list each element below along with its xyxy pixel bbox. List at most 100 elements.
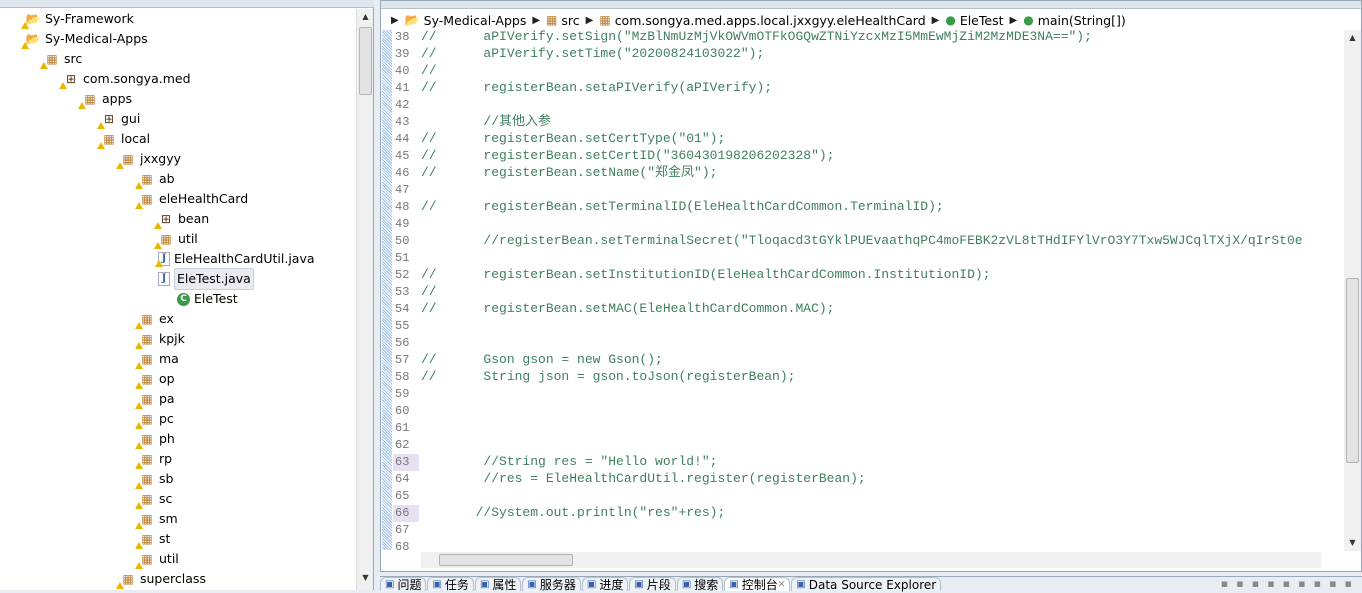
package-folder-icon: ▦ [116,151,136,169]
tree-item-label: pa [159,391,175,406]
display-icon[interactable]: ▪ [1298,577,1305,590]
maximize-icon[interactable]: ▪ [1345,577,1352,590]
tree-item[interactable]: ▦ ab [135,169,175,189]
tree-item[interactable]: ▦ superclass [116,569,206,589]
line-number: 56 [395,336,410,350]
tree-item[interactable]: ⊞ bean [154,209,209,229]
tree-item[interactable]: ▦ jxxgyy [116,149,181,169]
new-console-icon[interactable]: ▪ [1314,577,1321,590]
tree-item[interactable]: ▦ apps [78,89,132,109]
tree-item[interactable]: ▦ sm [135,509,178,529]
tree-item[interactable]: ▦ ma [135,349,179,369]
bottom-tab[interactable]: ▣ 问题 [380,577,427,592]
scroll-lock-icon[interactable]: ▪ [1267,577,1274,590]
remove-icon[interactable]: ▪ [1236,577,1243,590]
tree-item[interactable]: ▦ pc [135,409,174,429]
editor-scroll-thumb[interactable] [1346,278,1359,463]
tree-item[interactable]: ▦ eleHealthCard [135,189,248,209]
line-text: // aPIVerify.setSign("MzBlNmUzMjVkOWVmOT… [421,30,1092,44]
tree-item[interactable]: ▦ st [135,529,171,549]
scroll-down-arrow[interactable]: ▼ [357,573,374,582]
line-number: 63 [393,454,419,471]
stop-icon[interactable]: ▪ [1221,577,1228,590]
chevron-right-icon[interactable]: ▶ [932,15,940,26]
tree-item[interactable]: ▦ kpjk [135,329,185,349]
bottom-tab[interactable]: ▣ 服务器 [522,577,581,592]
tree-item[interactable]: ⊞ com.songya.med [59,69,191,89]
tree-item[interactable]: J EleTest.java [158,268,254,290]
bottom-tab[interactable]: ▣ 控制台 ✕ [724,577,791,592]
warning-icon [135,482,143,489]
package-icon: ▦ [599,13,611,27]
tree-item[interactable]: ▦ sc [135,489,173,509]
tree-item[interactable]: ▦ src [40,49,82,69]
breadcrumb-item[interactable]: EleTest [960,13,1004,28]
tree-item[interactable]: ▦ local [97,129,150,149]
code-line: 50 //registerBean.setTerminalSecret("Tlo… [393,232,1323,249]
tree-item-label: ex [159,311,174,326]
line-text: // registerBean.setMAC(EleHealthCardComm… [421,301,835,316]
tree-item[interactable]: ▦ util [135,549,179,569]
tree-item-label: st [159,531,171,546]
scroll-up-arrow[interactable]: ▲ [357,12,374,21]
tree-item[interactable]: ▦ op [135,369,175,389]
horizontal-scroll-thumb[interactable] [439,554,573,566]
tree-item-label: sc [159,491,173,506]
chevron-right-icon[interactable]: ▶ [1010,15,1018,26]
tree-scroll-thumb[interactable] [359,27,372,95]
tree-item[interactable]: 📂 Sy-Medical-Apps [21,29,148,49]
project-icon: 📂 [404,13,420,27]
code-editor: ▶ 📂 Sy-Medical-Apps ▶ ▦ src ▶ ▦ com.songya.med.a… [380,0,1362,572]
tree-item[interactable]: J EleHealthCardUtil.java [155,249,315,269]
tree-item[interactable]: C EleTest [177,289,238,309]
bottom-tab-label: 控制台 [741,578,778,592]
tree-item-label: com.songya.med [83,71,191,86]
class-icon: ● [945,13,956,27]
chevron-right-icon[interactable]: ▶ [586,15,594,26]
code-area[interactable]: 38 // aPIVerify.setSign("MzBlNmUzMjVkOWVm… [393,30,1333,550]
editor-vertical-scrollbar[interactable]: ▲ ▼ [1344,30,1361,551]
breadcrumb-item[interactable]: com.songya.med.apps.local.jxxgyy.eleHeal… [615,13,926,28]
tree-item[interactable]: ▦ sb [135,469,173,489]
line-number: 51 [395,251,410,265]
minimize-icon[interactable]: ▪ [1329,577,1336,590]
package-folder-icon: ▦ [135,331,155,349]
line-number: 44 [395,132,410,146]
scroll-down-arrow[interactable]: ▼ [1344,538,1361,547]
code-line: 39 // aPIVerify.setTime("20200824103022")… [393,45,1323,62]
bottom-tab[interactable]: ▣ 任务 [427,577,474,592]
bottom-tab[interactable]: ▣ Data Source Explorer [791,577,942,592]
tree-item[interactable]: ▦ rp [135,449,172,469]
line-text: //registerBean.setTerminalSecret("Tloqac… [421,233,1303,248]
bottom-tab[interactable]: ▣ 片段 [629,577,676,592]
warning-icon [59,82,67,89]
warning-icon [135,522,143,529]
bottom-tab-label: 任务 [444,578,469,592]
editor-horizontal-scrollbar[interactable] [421,552,1321,568]
tree-item[interactable]: ⊞ gui [97,109,140,129]
warning-icon [154,242,162,249]
chevron-right-icon[interactable]: ▶ [391,15,399,26]
tree-item[interactable]: ▦ util [154,229,198,249]
chevron-right-icon[interactable]: ▶ [532,15,540,26]
close-icon[interactable]: ✕ [778,580,786,590]
tree-item[interactable]: ▦ ex [135,309,174,329]
remove-all-icon[interactable]: ▪ [1252,577,1259,590]
tree-item[interactable]: ▦ pa [135,389,175,409]
bottom-tab[interactable]: ▣ 搜索 [676,577,724,592]
bottom-tab[interactable]: ▣ 属性 [474,577,522,592]
bottom-tab[interactable]: ▣ 进度 [581,577,629,592]
line-number: 52 [395,268,410,282]
breadcrumb-item[interactable]: main(String[]) [1038,13,1126,28]
code-line: 66 //System.out.println("res"+res); [393,504,1323,522]
tree-item-label: ma [159,351,179,366]
line-number: 61 [395,421,410,435]
pin-icon[interactable]: ▪ [1283,577,1290,590]
tree-scrollbar[interactable]: ▲ ▼ [356,9,373,590]
code-line: 43 //其他入参 [393,113,1323,130]
breadcrumb-item[interactable]: Sy-Medical-Apps [424,13,527,28]
tree-item[interactable]: 📂 Sy-Framework [21,9,134,29]
breadcrumb-item[interactable]: src [561,13,579,28]
tree-item[interactable]: ▦ ph [135,429,175,449]
scroll-up-arrow[interactable]: ▲ [1344,33,1361,42]
